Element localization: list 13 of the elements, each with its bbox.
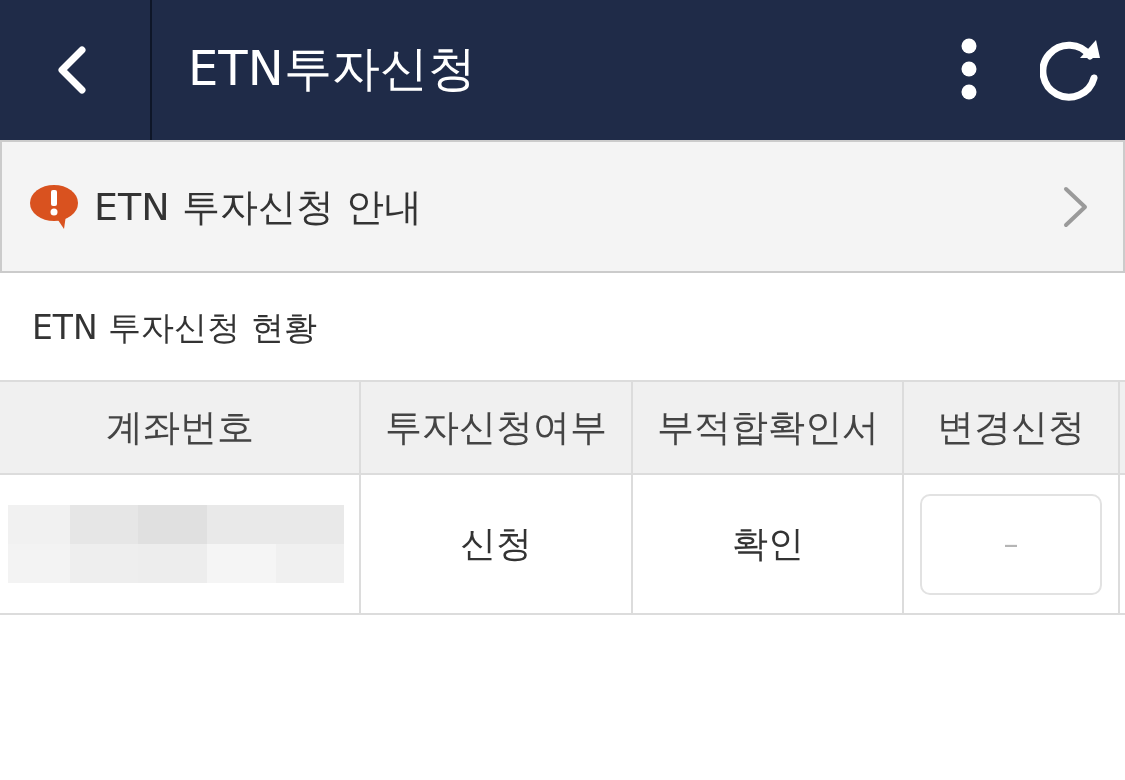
section-title: ETN 투자신청 현황 bbox=[32, 309, 317, 344]
table-cell: 확인 bbox=[633, 475, 904, 613]
column-header: 변경신청 bbox=[904, 382, 1120, 473]
alert-bubble-icon bbox=[30, 184, 78, 229]
notice-bar[interactable]: ETN 투자신청 안내 bbox=[0, 140, 1125, 273]
more-menu-icon bbox=[961, 38, 977, 100]
column-header: 투자신청여부 bbox=[361, 382, 633, 473]
page-title: ETN투자신청 bbox=[187, 39, 477, 98]
chevron-right-icon bbox=[1063, 185, 1089, 228]
table-cell: 신청 bbox=[361, 475, 633, 613]
column-header: 계좌번호 bbox=[0, 382, 361, 473]
column-header: 부적합확인서 bbox=[633, 382, 904, 473]
refresh-icon bbox=[1040, 38, 1102, 102]
